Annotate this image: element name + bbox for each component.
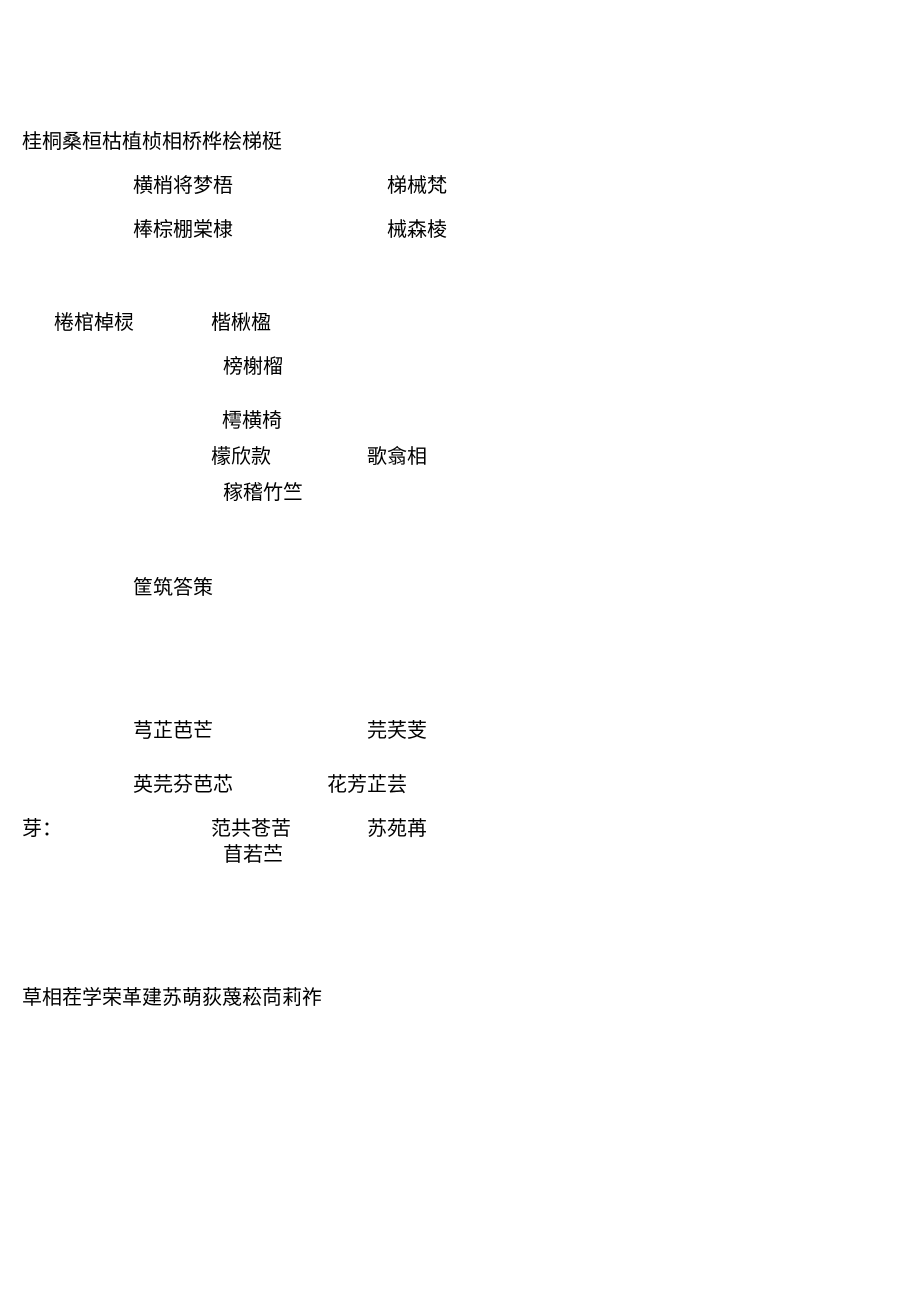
- text-line-10a: 芎芷芭芒: [133, 719, 213, 743]
- text-line-14: 草相茬学荣革建苏萌荻蔑菘苘莉祚: [22, 986, 322, 1010]
- text-line-9: 筐筑答策: [133, 576, 213, 600]
- text-line-12a: 芽：: [22, 817, 62, 841]
- text-line-12c: 苏苑苒: [367, 817, 427, 841]
- text-line-4b: 楷楸楹: [211, 311, 271, 335]
- text-line-2a: 横梢将梦梧: [133, 174, 233, 198]
- text-line-12b: 范共苍苦: [211, 817, 291, 841]
- text-line-2b: 梯械梵: [387, 174, 447, 198]
- text-line-5: 榜榭榴: [223, 355, 283, 379]
- text-line-6: 樗横椅: [222, 409, 282, 433]
- text-line-3b: 械森棱: [387, 218, 447, 242]
- text-line-10b: 芫芺芰: [367, 719, 427, 743]
- text-line-8: 稼稽竹竺: [223, 481, 303, 505]
- text-line-7a: 檬欣款: [211, 445, 271, 469]
- text-line-3a: 棒棕棚棠棣: [133, 218, 233, 242]
- text-line-13: 苜若苎: [223, 843, 283, 867]
- text-line-11a: 英芫芬芭芯: [133, 773, 233, 797]
- text-line-7b: 歌翕相: [367, 445, 427, 469]
- text-line-4a: 棬棺棹棂: [54, 311, 134, 335]
- text-line-11b: 花芳芷芸: [327, 773, 407, 797]
- text-line-1: 桂桐桑桓枯植桢相桥桦桧梯梃: [22, 130, 282, 154]
